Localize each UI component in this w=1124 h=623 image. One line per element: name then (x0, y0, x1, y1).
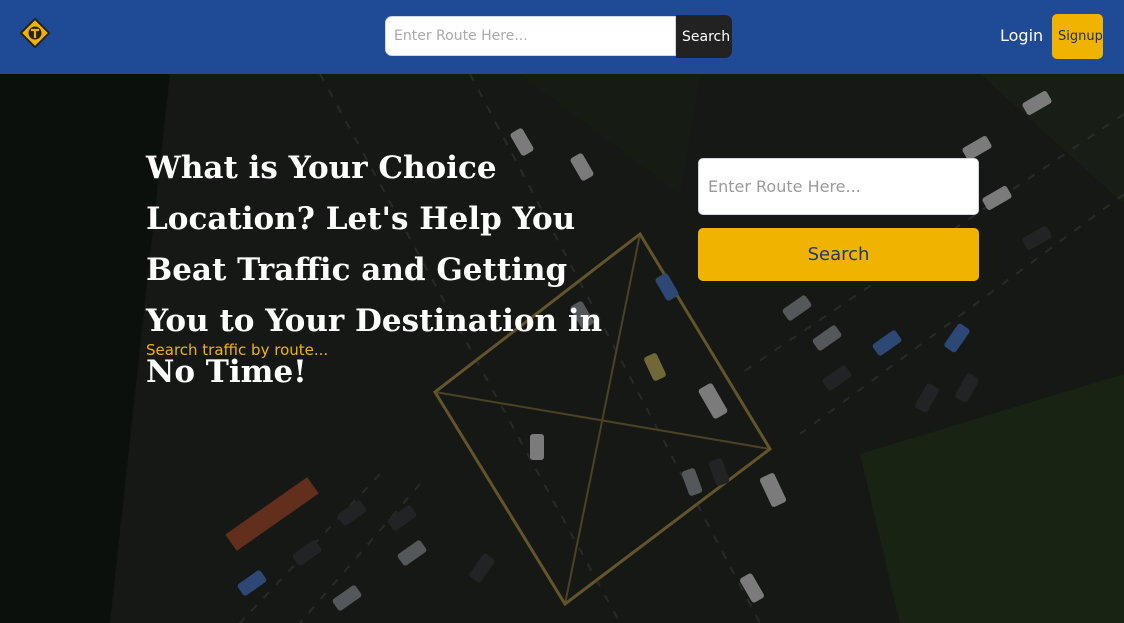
hero-route-input[interactable] (698, 158, 979, 215)
signup-button[interactable]: Signup (1052, 14, 1103, 59)
hero-section: What is Your Choice Location? Let's Help… (0, 74, 1124, 623)
traffic-sign-logo-icon[interactable] (20, 18, 50, 48)
navbar-route-input[interactable] (385, 16, 676, 56)
navbar-search: Search (385, 15, 732, 58)
login-link[interactable]: Login (1000, 26, 1043, 45)
hero-headline: What is Your Choice Location? Let's Help… (146, 150, 603, 390)
top-navbar: Search Login Signup (0, 0, 1124, 74)
hero-subtitle: Search traffic by route... (146, 341, 329, 359)
hero-search-button[interactable]: Search (698, 228, 979, 281)
navbar-search-button[interactable]: Search (676, 15, 732, 58)
